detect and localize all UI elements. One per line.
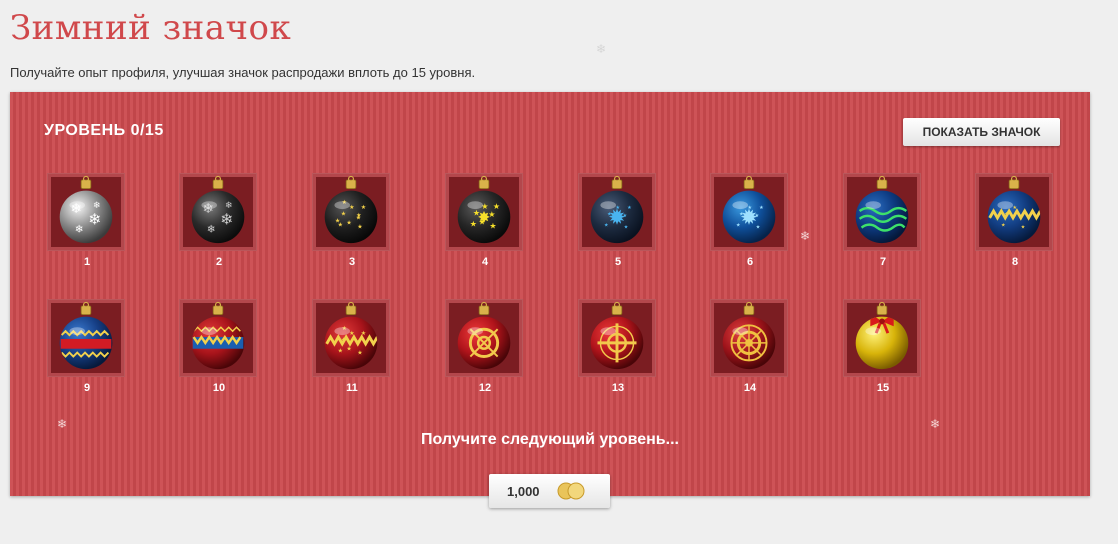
buy-level-button[interactable]: 1,000 (489, 474, 610, 508)
badge-level-number: 2 (215, 256, 223, 268)
svg-text:★: ★ (357, 349, 362, 356)
badge-level-14[interactable]: 14 (710, 299, 788, 394)
blue-green-ring-ornament-icon (855, 175, 909, 244)
svg-text:★: ★ (1020, 213, 1025, 219)
badge-level-3[interactable]: ★★★★★★★★★★ 3 (312, 173, 390, 268)
svg-text:★: ★ (361, 330, 366, 337)
svg-text:★: ★ (1021, 224, 1026, 230)
svg-text:★: ★ (748, 205, 753, 211)
gems-icon (557, 482, 585, 500)
svg-text:★: ★ (759, 205, 764, 211)
snowflake-icon: ❄ (800, 229, 811, 243)
level-label: УРОВЕНЬ 0/15 (44, 122, 164, 139)
svg-text:★: ★ (627, 205, 632, 211)
svg-text:★: ★ (1004, 212, 1009, 218)
black-snowflake-ornament-icon: ❄❄❄❄ (191, 175, 245, 244)
svg-text:★: ★ (616, 205, 621, 211)
badge-level-4[interactable]: ✸ ★ ★ ★ ★ ★ ★ ★ 4 (445, 173, 523, 268)
svg-text:★: ★ (756, 224, 761, 230)
red-gold-knot-ornament-icon (457, 301, 511, 370)
red-gold-filigree-ornament-icon (722, 301, 776, 370)
badge-level-number: 15 (876, 382, 890, 394)
svg-text:★: ★ (341, 211, 346, 218)
badge-level-number: 1 (83, 256, 91, 268)
svg-text:❄: ❄ (220, 212, 233, 229)
snowflake-icon: ❄ (57, 417, 68, 431)
svg-text:★: ★ (473, 209, 480, 218)
badge-level-number: 3 (348, 256, 356, 268)
snowflake-icon: ❄ (596, 42, 607, 56)
svg-text:❄: ❄ (207, 223, 216, 235)
blue-red-band-ornament-icon (59, 301, 113, 370)
snowflake-icon: ❄ (930, 417, 941, 431)
badge-level-number: 13 (611, 382, 625, 394)
svg-text:★: ★ (607, 212, 612, 218)
red-star-band-ornament-icon: ★★★★★★★★ (324, 301, 378, 370)
badge-level-1[interactable]: ❄❄❄❄ 1 (47, 173, 125, 268)
page-subtitle: Получайте опыт профиля, улучшая значок р… (10, 65, 476, 80)
svg-text:★: ★ (357, 223, 362, 230)
gold-bow-ornament-icon (855, 301, 909, 370)
svg-text:★: ★ (488, 210, 495, 219)
dark-blue-star-ornament-icon: ✹★★★★★★ (590, 175, 644, 244)
svg-text:★: ★ (470, 220, 477, 229)
badge-level-number: 9 (83, 382, 91, 394)
badge-level-8[interactable]: ★ ★ ★ ★ ★ 8 (975, 173, 1053, 268)
red-gold-cross-ornament-icon (590, 301, 644, 370)
svg-text:★: ★ (338, 348, 343, 355)
blue-star-ornament-icon: ✹★★★★★★ (722, 175, 776, 244)
black-yellow-star-ornament-icon: ✸★★★★★★★ (457, 175, 511, 244)
badge-level-number: 6 (746, 256, 754, 268)
badge-level-number: 8 (1011, 256, 1019, 268)
badge-level-number: 4 (481, 256, 489, 268)
svg-text:★: ★ (356, 338, 361, 345)
red-blue-band-ornament-icon (191, 301, 245, 370)
svg-text:❄: ❄ (93, 200, 100, 210)
badge-level-7[interactable]: 7 (843, 173, 921, 268)
svg-text:★: ★ (346, 345, 351, 352)
badge-level-number: 10 (212, 382, 226, 394)
svg-text:★: ★ (739, 212, 744, 218)
badge-level-number: 5 (614, 256, 622, 268)
svg-text:★: ★ (736, 223, 741, 229)
svg-text:★: ★ (356, 215, 361, 222)
badge-level-11[interactable]: ★★★★★★★★ 11 (312, 299, 390, 394)
badge-level-13[interactable]: 13 (578, 299, 656, 394)
svg-text:★: ★ (623, 213, 628, 219)
svg-text:★: ★ (335, 217, 340, 224)
badge-level-6[interactable]: ✹ ★ ★ ★ ★ ★ ★ 6 (710, 173, 788, 268)
svg-text:★: ★ (755, 213, 760, 219)
black-star-ornament-icon: ★★★★★★★★★★ (324, 175, 378, 244)
badge-level-10[interactable]: 10 (179, 299, 257, 394)
svg-text:❄: ❄ (88, 212, 101, 229)
badge-level-number: 7 (879, 256, 887, 268)
svg-text:★: ★ (493, 202, 500, 211)
svg-text:★: ★ (1013, 205, 1018, 211)
svg-text:★: ★ (489, 221, 496, 230)
svg-text:★: ★ (478, 217, 485, 226)
svg-text:❄: ❄ (225, 200, 232, 210)
svg-text:★: ★ (1001, 223, 1006, 229)
blue-zigzag-ornament-icon: ★★★★★ (987, 175, 1041, 244)
svg-text:❄: ❄ (75, 223, 84, 235)
svg-text:★: ★ (341, 337, 346, 344)
svg-text:★: ★ (604, 223, 609, 229)
price-value: 1,000 (507, 484, 540, 499)
badge-panel: УРОВЕНЬ 0/15 ПОКАЗАТЬ ЗНАЧОК ❄ ❄ ❄ ❄ 1 (10, 92, 1090, 496)
show-badge-button[interactable]: ПОКАЗАТЬ ЗНАЧОК (903, 118, 1060, 146)
badge-level-15[interactable]: 15 (843, 299, 921, 394)
badge-level-5[interactable]: ✹ ★ ★ ★ ★ ★ ★ 5 (578, 173, 656, 268)
badge-level-12[interactable]: 12 (445, 299, 523, 394)
badge-level-9[interactable]: 9 (47, 299, 125, 394)
next-level-text: Получите следующий уровень... (421, 431, 679, 448)
svg-text:★: ★ (346, 219, 351, 226)
svg-text:★: ★ (624, 224, 629, 230)
badge-level-number: 12 (478, 382, 492, 394)
badge-level-number: 14 (743, 382, 757, 394)
svg-text:★: ★ (361, 204, 366, 211)
page-title: Зимний значок (10, 8, 292, 48)
silver-snowflake-ornament-icon: ❄❄❄❄ (59, 175, 113, 244)
badge-level-number: 11 (346, 382, 358, 394)
badge-level-2[interactable]: ❄❄❄❄ 2 (179, 173, 257, 268)
